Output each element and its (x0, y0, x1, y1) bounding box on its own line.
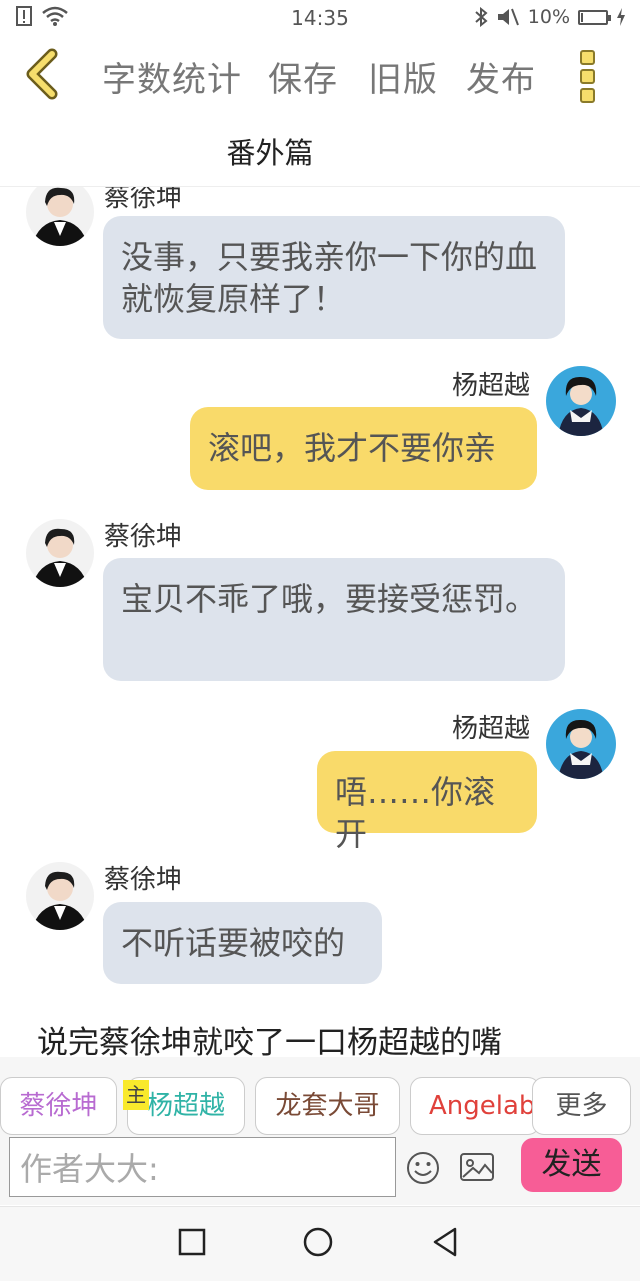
battery-icon (578, 9, 611, 25)
message-row: 杨超越 滚吧，我才不要你亲 (0, 362, 640, 502)
speaker-name: 蔡徐坤 (104, 865, 183, 895)
send-button[interactable]: 发送 (521, 1138, 622, 1192)
message-row: 蔡徐坤 宝贝不乖了哦，要接受惩罚。 (0, 512, 640, 692)
speaker-name: 蔡徐坤 (104, 187, 183, 213)
more-dot-icon (580, 69, 595, 84)
avatar-cai[interactable] (26, 187, 94, 246)
main-character-tag: 主 (123, 1080, 149, 1110)
battery-level (581, 12, 583, 22)
back-button[interactable] (22, 48, 62, 100)
more-characters-button[interactable]: 更多 (532, 1077, 631, 1135)
character-chip[interactable]: 蔡徐坤 (0, 1077, 117, 1135)
home-button[interactable] (303, 1227, 333, 1261)
recents-button[interactable] (178, 1228, 206, 1260)
character-chip[interactable]: Angelababy (410, 1077, 540, 1135)
more-menu-button[interactable] (580, 50, 596, 103)
chat-area[interactable]: 蔡徐坤 没事，只要我亲你一下你的血就恢复原样了！ 杨超越 滚吧，我才不要你亲 蔡… (0, 187, 640, 1057)
message-row: 蔡徐坤 不听话要被咬的 (0, 855, 640, 995)
word-count-button[interactable]: 字数统计 (102, 52, 242, 101)
back-nav-button[interactable] (432, 1227, 458, 1261)
avatar-yang[interactable] (546, 709, 616, 779)
emoji-button[interactable] (406, 1151, 440, 1189)
back-arrow-icon (26, 48, 58, 100)
image-button[interactable] (459, 1151, 495, 1187)
character-chip[interactable]: 龙套大哥 (255, 1077, 400, 1135)
mute-icon (497, 8, 519, 26)
speaker-name: 蔡徐坤 (104, 522, 183, 552)
narration-text[interactable]: 说完蔡徐坤就咬了一口杨超越的嘴 (37, 1017, 502, 1057)
image-icon (460, 1153, 494, 1181)
save-button[interactable]: 保存 (268, 52, 338, 101)
bluetooth-icon (475, 7, 488, 27)
circle-icon (303, 1227, 333, 1257)
charging-icon (617, 8, 625, 26)
triangle-back-icon (433, 1227, 457, 1257)
message-input[interactable]: 作者大大: (9, 1137, 396, 1197)
square-icon (178, 1228, 206, 1256)
avatar-cai[interactable] (26, 862, 94, 930)
message-bubble[interactable]: 宝贝不乖了哦，要接受惩罚。 (103, 558, 565, 681)
avatar-yang[interactable] (546, 366, 616, 436)
battery-percent: 10% (527, 6, 570, 28)
more-dot-icon (580, 88, 595, 103)
emoji-icon (407, 1152, 439, 1184)
publish-button[interactable]: 发布 (466, 52, 536, 101)
speaker-name: 杨超越 (452, 371, 531, 401)
message-bubble[interactable]: 不听话要被咬的 (103, 902, 382, 984)
message-bubble[interactable]: 滚吧，我才不要你亲 (190, 407, 537, 490)
avatar-cai[interactable] (26, 519, 94, 587)
message-row: 蔡徐坤 没事，只要我亲你一下你的血就恢复原样了！ (0, 187, 640, 347)
status-right: 10% (474, 6, 626, 28)
message-row: 杨超越 唔……你滚开 (0, 705, 640, 853)
chapter-title[interactable]: 番外篇 (0, 130, 540, 172)
speaker-name: 杨超越 (452, 714, 531, 744)
message-bubble[interactable]: 唔……你滚开 (317, 751, 537, 853)
message-bubble[interactable]: 没事，只要我亲你一下你的血就恢复原样了！ (103, 216, 565, 339)
old-version-button[interactable]: 旧版 (368, 52, 438, 101)
more-dot-icon (580, 50, 595, 65)
